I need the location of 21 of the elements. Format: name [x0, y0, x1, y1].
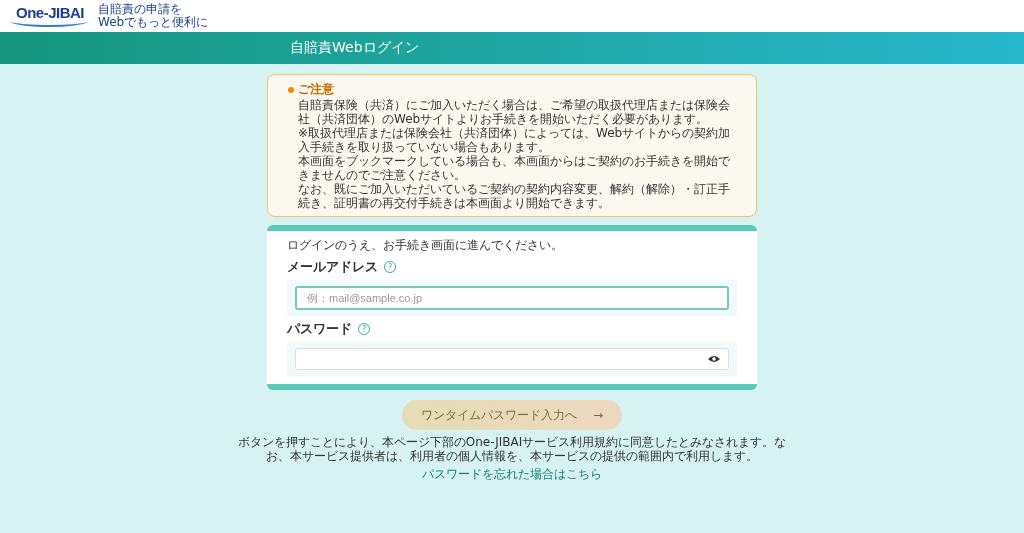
notice-text: 自賠責保険（共済）にご加入いただく場合は、ご希望の取扱代理店または保険会社（共済団体）のWebサイトよりお手続きを開始いただく必要があります。 [298, 98, 731, 126]
password-field[interactable] [295, 348, 729, 370]
forgot-password-link[interactable]: パスワードを忘れた場合はこちら [422, 466, 602, 483]
terms-text: ボタンを押すことにより、本ページ下部のOne-JIBAIサービス利用規約に同意したとみなされます。なお、本サービス提供者は、利用者の個人情報を、本サービスの提供の範囲内で利用します。 [236, 435, 788, 463]
logo[interactable]: One-JIBAI [10, 5, 90, 27]
notice-text: なお、既にご加入いただいているご契約の契約内容変更、解約（解除）・訂正手続き、証明書の再交付手続きは本画面より開始できます。 [298, 182, 731, 210]
swoosh-icon [10, 22, 90, 27]
intro-text: ログインのうえ、お手続き画面に進んでください。 [287, 237, 564, 254]
notice-heading: ご注意 [298, 81, 334, 98]
page-title: 自賠責Webログイン [290, 39, 419, 57]
tagline-text: 自賠責の申請を [98, 3, 183, 16]
notice-text: 本画面をブックマークしている場合も、本画面からはご契約のお手続きを開始できませんのでご注意ください。 [298, 154, 731, 182]
eye-icon[interactable] [708, 355, 720, 363]
bullet-icon [288, 86, 294, 93]
email-input[interactable]: 例：mail@sample.co.jp [305, 291, 719, 305]
email-field[interactable]: 例：mail@sample.co.jp [295, 286, 729, 310]
logo-text: One-JIBAI [16, 5, 84, 21]
field-label: パスワード [287, 320, 352, 338]
field-label: メールアドレス [287, 258, 378, 276]
notice-text: ※取扱代理店または保険会社（共済団体）によっては、Webサイトからの契約加入手続きを取り扱っていない場合もあります。 [298, 126, 732, 154]
tagline-text: Webでもっと便利に [98, 16, 209, 29]
